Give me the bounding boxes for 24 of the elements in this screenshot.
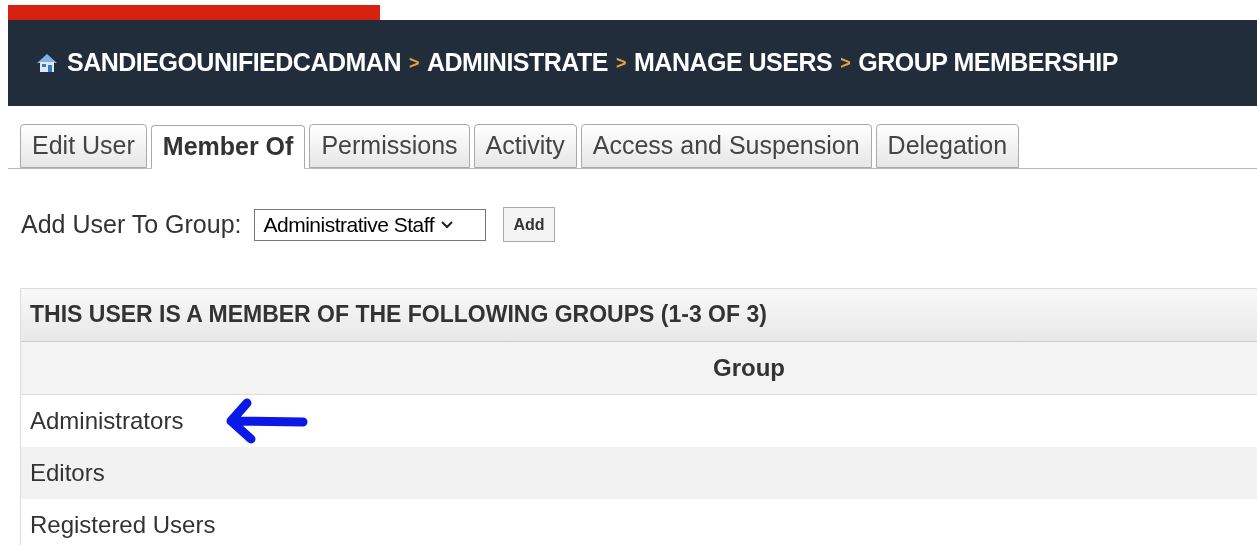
chevron-down-icon [440, 219, 454, 230]
breadcrumb-separator: > [408, 51, 419, 75]
breadcrumb-link[interactable]: MANAGE USERS [634, 44, 833, 82]
column-header: Group [713, 352, 785, 383]
breadcrumb-link[interactable]: GROUP MEMBERSHIP [858, 44, 1118, 82]
tab[interactable]: Delegation [875, 124, 1020, 168]
tab[interactable]: Edit User [20, 124, 147, 168]
table-cell-text: Administrators [30, 405, 184, 436]
home-icon [35, 52, 59, 74]
breadcrumb-separator: > [616, 51, 626, 75]
tab[interactable]: Permissions [309, 124, 470, 168]
breadcrumb-link[interactable]: ADMINISTRATE [426, 44, 608, 82]
tab[interactable]: Activity [473, 124, 577, 168]
table-title: THIS USER IS A MEMBER OF THE FOLLOWING GROUPS (1-3 OF 3) [21, 288, 1257, 342]
tab[interactable]: Access and Suspension [580, 124, 872, 168]
table-cell-text: Registered Users [30, 509, 216, 540]
add-group-label: Add User To Group: [21, 209, 242, 240]
group-select[interactable]: Administrative Staff [254, 208, 487, 241]
breadcrumb-link[interactable]: SANDIEGOUNIFIEDCADMAN [67, 44, 401, 82]
breadcrumb-separator: > [840, 51, 851, 75]
add-button[interactable]: Add [503, 207, 555, 243]
table-cell-text: Editors [30, 457, 105, 488]
tab[interactable]: Member Of [150, 125, 306, 169]
arrow-annotation-icon [225, 396, 310, 445]
